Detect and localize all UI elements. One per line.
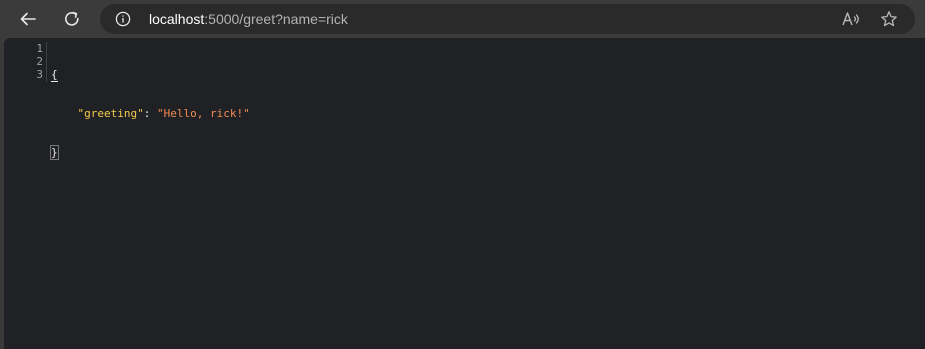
browser-toolbar: localhost:5000/greet?name=rick [0,0,925,38]
gutter-divider [46,42,47,82]
json-line-1: { [51,68,250,82]
json-close-brace: } [50,145,59,160]
reload-icon [65,11,79,26]
line-number: 2 [36,55,43,68]
info-icon[interactable] [115,11,131,27]
json-line-3: } [50,145,250,160]
json-key: "greeting" [77,107,144,120]
json-string-value: "Hello, rick!" [156,107,250,120]
back-button[interactable] [14,5,42,33]
browser-window: localhost:5000/greet?name=rick 1 2 3 { "… [0,0,925,349]
read-aloud-icon[interactable] [841,10,861,28]
url-text[interactable]: localhost:5000/greet?name=rick [149,10,348,28]
page-viewport: 1 2 3 { "greeting": "Hello, rick!" } [4,38,925,349]
line-number: 3 [36,68,43,81]
json-line-2: "greeting": "Hello, rick!" [51,107,250,120]
line-number: 1 [36,42,43,55]
line-number-gutter: 1 2 3 [4,42,43,81]
json-separator: : [143,107,157,120]
json-open-brace: { [51,68,58,82]
url-host: localhost [149,11,205,27]
arrow-left-icon [20,12,36,26]
address-bar[interactable]: localhost:5000/greet?name=rick [100,4,915,34]
url-path: :5000/greet?name=rick [204,11,348,27]
reload-button[interactable] [58,5,86,33]
star-icon[interactable] [880,10,898,28]
json-content[interactable]: { "greeting": "Hello, rick!" } [50,42,250,185]
